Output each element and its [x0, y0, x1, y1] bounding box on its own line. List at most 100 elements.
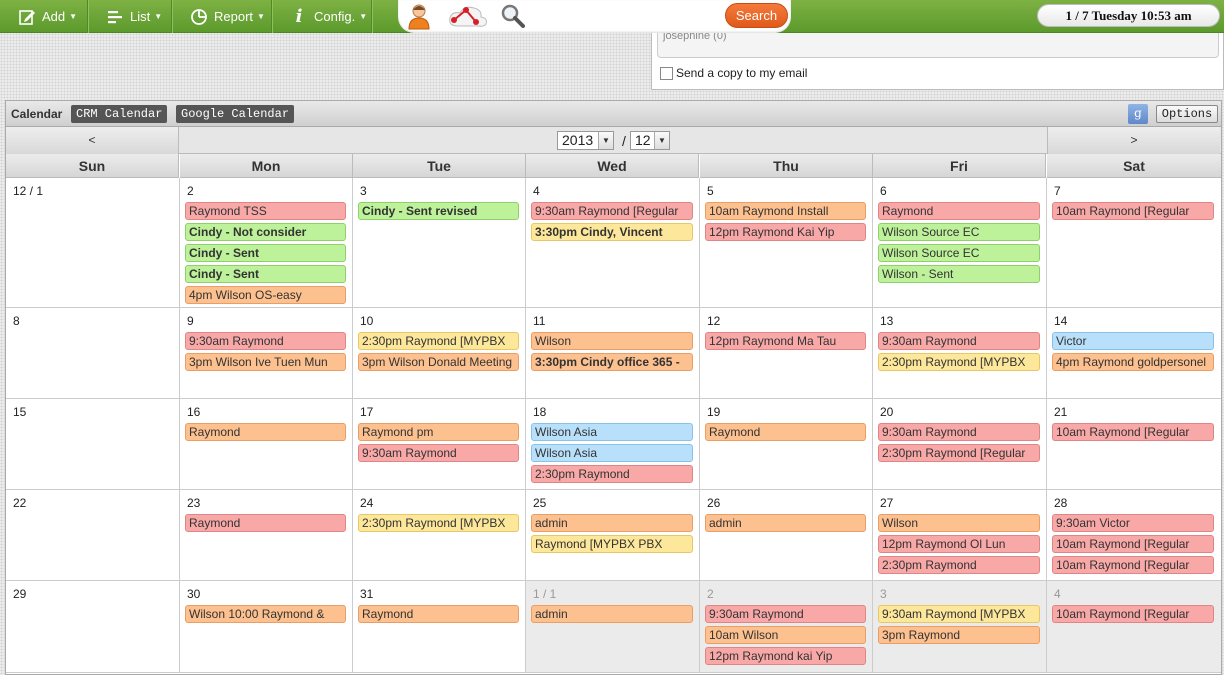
calendar-event[interactable]: admin — [705, 514, 866, 532]
day-number[interactable]: 2 — [187, 184, 194, 198]
tab-crm-calendar[interactable]: CRM Calendar — [71, 105, 168, 123]
calendar-event[interactable]: 10am Raymond Install — [705, 202, 866, 220]
calendar-event[interactable]: 12pm Raymond kai Yip — [705, 647, 866, 665]
cloud-icon[interactable] — [444, 2, 490, 30]
day-number[interactable]: 24 — [360, 496, 373, 510]
day-number[interactable]: 16 — [187, 405, 200, 419]
calendar-event[interactable]: 3:30pm Cindy office 365 - — [531, 353, 693, 371]
calendar-event[interactable]: Cindy - Not consider — [185, 223, 346, 241]
calendar-event[interactable]: 12pm Raymond Kai Yip — [705, 223, 866, 241]
calendar-event[interactable]: 3pm Wilson Ive Tuen Mun — [185, 353, 346, 371]
day-number[interactable]: 5 — [707, 184, 714, 198]
day-cell-fri[interactable]: 27 Wilson 12pm Raymond Ol Lun 2:30pm Raymon… — [873, 490, 1047, 580]
day-number[interactable]: 30 — [187, 587, 200, 601]
day-cell-fri[interactable]: 20 9:30am Raymond 2:30pm Raymond [Regular — [873, 399, 1047, 489]
day-number[interactable]: 14 — [1054, 314, 1067, 328]
day-cell-sat[interactable]: 28 9:30am Victor 10am Raymond [Regular 10am… — [1047, 490, 1221, 580]
calendar-event[interactable]: 4pm Raymond goldpersonel — [1052, 353, 1214, 371]
calendar-event[interactable]: Raymond — [358, 605, 519, 623]
day-number[interactable]: 9 — [187, 314, 194, 328]
calendar-event[interactable]: Raymond [MYPBX PBX — [531, 535, 693, 553]
day-cell-thu[interactable]: 19 Raymond — [700, 399, 873, 489]
day-cell-mon[interactable]: 2 Raymond TSS Cindy - Not consider Cindy - … — [180, 178, 353, 307]
day-cell-tue[interactable]: 17 Raymond pm 9:30am Raymond — [353, 399, 526, 489]
day-number[interactable]: 22 — [13, 496, 26, 510]
day-cell-thu[interactable]: 5 10am Raymond Install 12pm Raymond Kai Yi… — [700, 178, 873, 307]
day-cell-tue[interactable]: 24 2:30pm Raymond [MYPBX — [353, 490, 526, 580]
calendar-event[interactable]: 2:30pm Raymond [Regular — [878, 444, 1040, 462]
year-select[interactable]: 2013 ▼ — [557, 131, 614, 150]
calendar-event[interactable]: Cindy - Sent revised — [358, 202, 519, 220]
send-copy-checkbox[interactable] — [660, 66, 673, 80]
day-number[interactable]: 4 — [1054, 587, 1061, 601]
calendar-event[interactable]: 10am Raymond [Regular — [1052, 423, 1214, 441]
calendar-event[interactable]: Victor — [1052, 332, 1214, 350]
day-number[interactable]: 10 — [360, 314, 373, 328]
calendar-event[interactable]: Wilson Asia — [531, 444, 693, 462]
day-cell-sun[interactable]: 29 — [6, 581, 180, 672]
day-number[interactable]: 3 — [360, 184, 367, 198]
report-button[interactable]: Report ▼ — [172, 0, 272, 33]
day-cell-fri[interactable]: 13 9:30am Raymond 2:30pm Raymond [MYPBX — [873, 308, 1047, 398]
day-number[interactable]: 11 — [533, 314, 545, 328]
day-number[interactable]: 17 — [360, 405, 373, 419]
calendar-event[interactable]: 10am Wilson — [705, 626, 866, 644]
calendar-event[interactable]: 2:30pm Raymond [MYPBX — [878, 353, 1040, 371]
calendar-event[interactable]: Cindy - Sent — [185, 244, 346, 262]
day-cell-tue[interactable]: 31 Raymond — [353, 581, 526, 672]
day-cell-fri[interactable]: 6 Raymond Wilson Source EC Wilson Source EC… — [873, 178, 1047, 307]
day-cell-mon[interactable]: 16 Raymond — [180, 399, 353, 489]
day-cell-tue[interactable]: 10 2:30pm Raymond [MYPBX 3pm Wilson Donald… — [353, 308, 526, 398]
calendar-event[interactable]: Raymond — [185, 514, 346, 532]
calendar-event[interactable]: 2:30pm Raymond — [531, 465, 693, 483]
day-number[interactable]: 29 — [13, 587, 26, 601]
day-cell-tue[interactable]: 3 Cindy - Sent revised — [353, 178, 526, 307]
day-number[interactable]: 21 — [1054, 405, 1067, 419]
calendar-event[interactable]: 9:30am Raymond — [185, 332, 346, 350]
day-cell-sun[interactable]: 8 — [6, 308, 180, 398]
calendar-event[interactable]: Cindy - Sent — [185, 265, 346, 283]
day-cell-sun[interactable]: 15 — [6, 399, 180, 489]
day-cell-sat[interactable]: 21 10am Raymond [Regular — [1047, 399, 1221, 489]
recipient-item[interactable]: josephine (0) — [663, 33, 727, 42]
options-button[interactable]: Options — [1156, 105, 1218, 123]
calendar-event[interactable]: Wilson Asia — [531, 423, 693, 441]
calendar-event[interactable]: Wilson 10:00 Raymond & — [185, 605, 346, 623]
calendar-event[interactable]: Raymond pm — [358, 423, 519, 441]
day-number[interactable]: 12 / 1 — [13, 184, 43, 198]
day-number[interactable]: 20 — [880, 405, 893, 419]
calendar-event[interactable]: 9:30am Raymond — [358, 444, 519, 462]
day-cell-wed[interactable]: 11 Wilson 3:30pm Cindy office 365 - — [526, 308, 700, 398]
calendar-event[interactable]: 10am Raymond [Regular — [1052, 605, 1214, 623]
calendar-event[interactable]: Wilson Source EC — [878, 244, 1040, 262]
calendar-event[interactable]: Wilson — [531, 332, 693, 350]
month-select[interactable]: 12 ▼ — [630, 131, 670, 150]
day-cell-thu[interactable]: 2 9:30am Raymond 10am Wilson 12pm Raymond k… — [700, 581, 873, 672]
calendar-event[interactable]: 2:30pm Raymond — [878, 556, 1040, 574]
day-number[interactable]: 27 — [880, 496, 893, 510]
day-number[interactable]: 25 — [533, 496, 546, 510]
calendar-event[interactable]: Raymond — [185, 423, 346, 441]
day-cell-wed[interactable]: 1 / 1 admin — [526, 581, 700, 672]
add-button[interactable]: Add ▼ — [0, 0, 88, 33]
prev-month-button[interactable]: < — [6, 127, 179, 154]
calendar-event[interactable]: Wilson — [878, 514, 1040, 532]
day-cell-mon[interactable]: 23 Raymond — [180, 490, 353, 580]
day-cell-wed[interactable]: 25 admin Raymond [MYPBX PBX — [526, 490, 700, 580]
calendar-event[interactable]: 3:30pm Cindy, Vincent — [531, 223, 693, 241]
day-cell-mon[interactable]: 30 Wilson 10:00 Raymond & — [180, 581, 353, 672]
calendar-event[interactable]: 12pm Raymond Ma Tau — [705, 332, 866, 350]
calendar-event[interactable]: Raymond TSS — [185, 202, 346, 220]
google-icon[interactable]: g — [1128, 104, 1148, 124]
calendar-event[interactable]: 3pm Raymond — [878, 626, 1040, 644]
calendar-event[interactable]: admin — [531, 605, 693, 623]
day-cell-sat[interactable]: 14 Victor 4pm Raymond goldpersonel — [1047, 308, 1221, 398]
day-cell-mon[interactable]: 9 9:30am Raymond 3pm Wilson Ive Tuen Mun — [180, 308, 353, 398]
day-number[interactable]: 15 — [13, 405, 26, 419]
calendar-event[interactable]: Wilson Source EC — [878, 223, 1040, 241]
next-month-button[interactable]: > — [1047, 127, 1220, 154]
calendar-event[interactable]: 2:30pm Raymond [MYPBX — [358, 514, 519, 532]
day-number[interactable]: 2 — [707, 587, 714, 601]
calendar-event[interactable]: Raymond — [705, 423, 866, 441]
calendar-event[interactable]: Raymond — [878, 202, 1040, 220]
